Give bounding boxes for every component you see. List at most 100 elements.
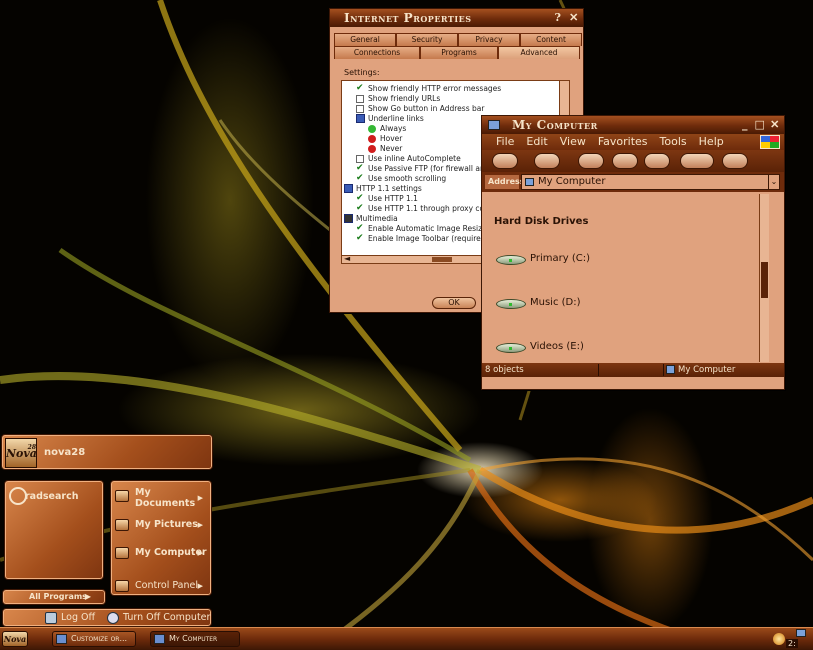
computer-icon [666,365,675,374]
places-my-documents[interactable]: My Documents ▶ [115,487,209,511]
address-value: My Computer [538,176,606,187]
menu-edit[interactable]: Edit [526,134,547,150]
all-programs-label: All Programs [29,592,87,601]
taskbar: Nova Customize or... My Computer 2: [0,627,813,650]
drive-item[interactable]: Videos (E:) [496,340,584,356]
menu-tools[interactable]: Tools [660,134,687,150]
chevron-right-icon: ▶ [197,521,203,529]
places-control-panel[interactable]: Control Panel ▶ [115,580,209,594]
internet-properties-titlebar[interactable]: Internet Properties ? ✕ [330,9,583,27]
checkbox-icon [356,155,364,163]
key-icon [45,612,57,624]
settings-group-icon [356,114,365,123]
setting-label: Show Go button in Address bar [368,104,485,113]
search-icon[interactable] [612,153,638,169]
chevron-right-icon: ▶ [197,494,203,502]
pinned-item-radsearch[interactable]: radsearch [9,487,99,507]
setting-label: Always [380,124,407,133]
ok-button[interactable]: OK [432,297,476,309]
radio-unselected-icon [368,145,376,153]
status-bar: 8 objects My Computer [482,363,784,377]
turn-off-label: Turn Off Computer [123,612,211,623]
tab-connections[interactable]: Connections [334,46,420,59]
menu-favorites[interactable]: Favorites [598,134,648,150]
my-computer-titlebar[interactable]: My Computer _ □ ✕ [482,116,784,134]
setting-label: Enable Automatic Image Resizing [368,224,494,233]
menu-file[interactable]: File [496,134,514,150]
file-view-scrollbar[interactable] [759,194,769,362]
drive-item[interactable]: Music (D:) [496,296,581,312]
places-my-computer[interactable]: My Computer ▶ [115,547,209,561]
scroll-left-icon[interactable]: ◄ [344,254,350,263]
close-button[interactable]: ✕ [567,11,581,25]
folders-icon[interactable] [644,153,670,169]
section-title: Hard Disk Drives [494,216,589,227]
radio-selected-icon [368,125,376,133]
menu-view[interactable]: View [560,134,586,150]
user-avatar: Nova 28 [5,438,37,468]
chevron-down-icon[interactable]: ⌄ [768,174,780,190]
computer-icon [525,178,534,186]
session-bar: Log Off Turn Off Computer [2,608,212,627]
task-customize[interactable]: Customize or... [52,631,136,647]
tab-general[interactable]: General [334,33,396,46]
hard-drive-icon [496,343,526,353]
turn-off-button[interactable]: Turn Off Computer [107,611,210,625]
username: nova28 [44,447,86,458]
status-count: 8 objects [485,365,524,375]
multimedia-icon [344,214,353,223]
hard-drive-icon [496,299,526,309]
address-field[interactable]: My Computer [521,174,778,190]
minimize-button[interactable]: _ [738,118,752,132]
start-button[interactable]: Nova [2,631,28,647]
tray-network-icon[interactable] [796,629,806,637]
status-divider [598,364,664,376]
tab-security[interactable]: Security [396,33,458,46]
clock[interactable]: 2: [786,639,798,648]
setting-label: Use smooth scrolling [368,174,447,183]
forward-icon[interactable] [534,153,560,169]
tab-advanced[interactable]: Advanced [498,46,580,59]
drive-label: Videos (E:) [530,341,584,352]
tab-privacy[interactable]: Privacy [458,33,520,46]
folder-icon [115,490,129,502]
maximize-button[interactable]: □ [753,118,767,132]
tab-programs[interactable]: Programs [420,46,498,59]
address-label: Address [485,175,525,189]
menu-bar: File Edit View Favorites Tools Help [482,134,784,150]
task-my-computer[interactable]: My Computer [150,631,240,647]
up-folder-icon[interactable] [578,153,604,169]
setting-label: Use inline AutoComplete [368,154,461,163]
computer-icon [488,120,500,130]
scroll-thumb[interactable] [432,257,452,262]
close-button[interactable]: ✕ [768,118,782,132]
radio-unselected-icon [368,135,376,143]
log-off-button[interactable]: Log Off [45,611,95,625]
menu-help[interactable]: Help [699,134,724,150]
my-computer-window: My Computer _ □ ✕ File Edit View Favorit… [481,115,785,390]
tabs-row-bottom: Connections Programs Advanced [334,46,580,59]
checkmark-icon: ✔ [356,203,364,213]
help-button[interactable]: ? [551,11,565,25]
address-bar: Address My Computer ⌄ [482,172,784,192]
settings-group-icon [344,184,353,193]
all-programs-button[interactable]: All Programs ▶ [2,589,106,605]
back-icon[interactable] [492,153,518,169]
places-my-pictures[interactable]: My Pictures ▶ [115,519,209,533]
views-icon[interactable] [680,153,714,169]
refresh-icon[interactable] [722,153,748,169]
user-header: Nova 28 nova28 [1,434,213,470]
tab-content[interactable]: Content [520,33,582,46]
scroll-thumb[interactable] [761,262,768,298]
places-label: Control Panel [135,580,198,591]
drive-item[interactable]: Primary (C:) [496,252,590,268]
checkmark-icon: ✔ [356,83,364,93]
checkbox-icon [356,95,364,103]
power-icon [107,612,119,624]
checkmark-icon: ✔ [356,223,364,233]
checkmark-icon: ✔ [356,233,364,243]
pictures-icon [115,519,129,531]
checkmark-icon: ✔ [356,173,364,183]
tray-icon[interactable] [773,633,785,645]
checkmark-icon: ✔ [356,163,364,173]
